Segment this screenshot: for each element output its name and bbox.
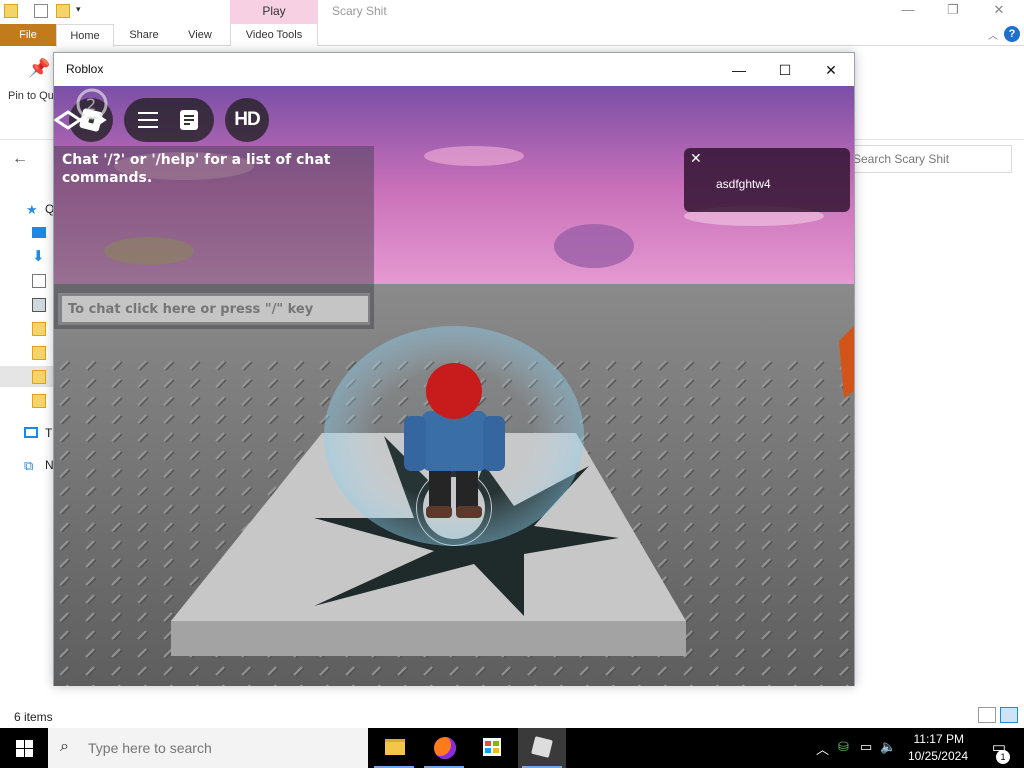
explorer-restore-icon[interactable]: ❐: [938, 2, 968, 18]
roblox-titlebar[interactable]: Roblox — ☐ ✕: [54, 53, 854, 86]
roblox-title: Roblox: [66, 62, 104, 76]
volume-icon[interactable]: 🔈: [880, 739, 896, 755]
back-arrow-icon[interactable]: ←: [12, 150, 28, 168]
ribbon-tabs: File Home Share View Video Tools ︿ ?: [0, 24, 1024, 47]
explorer-search-input[interactable]: Search Scary Shit: [846, 145, 1012, 173]
search-icon: ⌕: [60, 738, 69, 755]
chat-window[interactable]: Chat '/?' or '/help' for a list of chat …: [54, 146, 374, 329]
system-tray: ︿ ⛁ ▭ 🔈 11:17 PM 10/25/2024 ▭ 1: [814, 728, 1024, 768]
tab-video-tools[interactable]: Video Tools: [230, 24, 318, 46]
roblox-minimize-icon[interactable]: —: [716, 58, 762, 82]
chat-input[interactable]: [62, 296, 368, 322]
chevron-up-icon[interactable]: ︿: [816, 739, 829, 758]
details-view-icon[interactable]: [978, 707, 996, 723]
hamburger-menu-icon[interactable]: [138, 112, 158, 128]
new-folder-icon[interactable]: [56, 4, 70, 18]
tab-file[interactable]: File: [0, 24, 56, 46]
firefox-icon: [434, 737, 456, 759]
tab-home[interactable]: Home: [56, 24, 114, 47]
people-icon[interactable]: ⛁: [838, 739, 849, 755]
roblox-window[interactable]: Roblox — ☐ ✕ HD Chat '/?' or '/help' for…: [53, 52, 855, 686]
close-icon[interactable]: ✕: [690, 150, 702, 167]
desktop-icon[interactable]: [32, 227, 46, 238]
notification-text: asdfghtw4: [716, 177, 771, 191]
roblox-icon: [531, 736, 553, 758]
help-icon[interactable]: ?: [1004, 26, 1020, 42]
pictures-icon[interactable]: [32, 298, 46, 312]
tab-view[interactable]: View: [176, 24, 224, 46]
notification-toast[interactable]: ✕ asdfghtw4: [684, 148, 850, 212]
pin-icon[interactable]: 📌: [28, 58, 50, 79]
quick-access-toolbar: ▾: [0, 0, 1024, 24]
network-icon[interactable]: ⧉: [24, 458, 38, 473]
folder-icon[interactable]: [32, 370, 46, 384]
taskbar-firefox[interactable]: [420, 728, 468, 768]
taskbar-search-input[interactable]: [88, 728, 364, 768]
menu-chat-button-group[interactable]: [124, 98, 214, 142]
customize-qat-icon[interactable]: ▾: [76, 4, 90, 18]
clock-date[interactable]: 10/25/2024: [908, 749, 968, 763]
taskbar-file-explorer[interactable]: [370, 728, 418, 768]
explorer-minimize-icon[interactable]: —: [893, 2, 923, 17]
folder-icon[interactable]: [32, 394, 46, 408]
play-context-tab[interactable]: Play: [230, 0, 318, 24]
pin-to-quick-access-label[interactable]: Pin to Quick access: [8, 90, 56, 103]
folder-icon[interactable]: [32, 322, 46, 336]
documents-icon[interactable]: [32, 274, 46, 288]
large-icons-view-icon[interactable]: [1000, 707, 1018, 723]
taskbar-roblox[interactable]: [518, 728, 566, 768]
folder-icon[interactable]: [32, 346, 46, 360]
hd-admin-button[interactable]: HD: [225, 98, 269, 142]
notification-count-badge: 1: [996, 750, 1010, 764]
explorer-close-icon[interactable]: ✕: [984, 2, 1014, 18]
taskbar-store[interactable]: [468, 728, 516, 768]
taskbar-search-box[interactable]: ⌕: [48, 728, 368, 768]
chevron-up-icon[interactable]: ︿: [988, 27, 998, 42]
chat-toggle-icon[interactable]: [180, 110, 198, 130]
file-explorer-icon: [385, 739, 405, 755]
folder-icon[interactable]: [4, 4, 18, 18]
game-viewport[interactable]: HD Chat '/?' or '/help' for a list of ch…: [54, 86, 854, 686]
store-icon: [483, 738, 501, 756]
taskbar: ⌕ ︿ ⛁ ▭ 🔈 11:17 PM 10/25/2024 ▭ 1: [0, 728, 1024, 768]
chat-system-message: Chat '/?' or '/help' for a list of chat …: [62, 152, 331, 186]
roblox-close-icon[interactable]: ✕: [808, 58, 854, 82]
roblox-maximize-icon[interactable]: ☐: [762, 58, 808, 82]
logo-watermark-icon: 2: [54, 88, 108, 130]
tab-share[interactable]: Share: [118, 24, 170, 46]
explorer-title: Scary Shit: [332, 4, 387, 18]
clock-time[interactable]: 11:17 PM: [914, 732, 964, 746]
properties-icon[interactable]: [34, 4, 48, 18]
downloads-icon[interactable]: ⬇: [32, 249, 46, 264]
status-item-count: 6 items: [14, 710, 53, 724]
chat-input-container: [58, 293, 370, 325]
star-icon[interactable]: ★: [26, 202, 40, 217]
computer-icon[interactable]: [24, 427, 38, 438]
windows-start-button[interactable]: [0, 728, 48, 768]
network-icon[interactable]: ▭: [860, 739, 872, 755]
